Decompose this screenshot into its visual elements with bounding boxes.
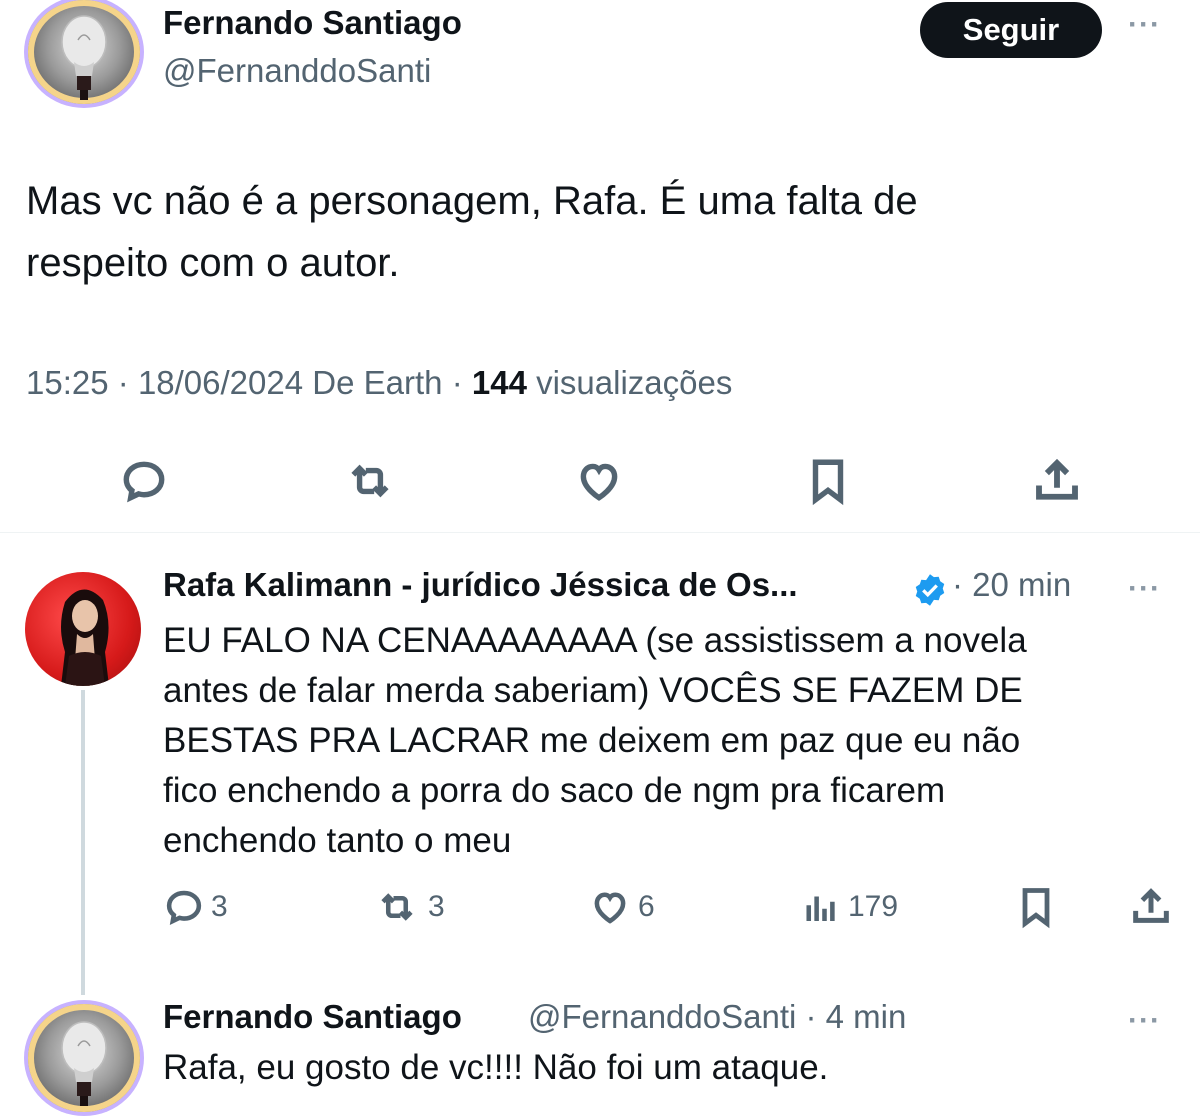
views-icon (806, 896, 835, 921)
reply-retweet-button[interactable]: 3 (372, 886, 445, 928)
bookmark-icon (1022, 888, 1050, 929)
tweet-time[interactable]: 15:25 (26, 364, 109, 401)
follow-button[interactable]: Seguir (920, 2, 1102, 58)
reply-bookmark-button[interactable] (1014, 884, 1058, 930)
reply-author-name[interactable]: Rafa Kalimann - jurídico Jéssica de Os..… (163, 566, 798, 604)
views-label: visualizações (536, 364, 733, 401)
retweet-count: 3 (428, 890, 445, 923)
views-count: 144 (471, 364, 527, 401)
reply2-author-handle[interactable]: @FernanddoSanti · 4 min (528, 998, 906, 1036)
retweet-icon (381, 893, 413, 921)
separator: · (451, 364, 463, 401)
reply-more-options-button[interactable]: ··· (1128, 572, 1161, 606)
reply2-text: Rafa, eu gosto de vc!!!! Não foi um ataq… (163, 1048, 829, 1087)
reply2-author-avatar[interactable] (28, 1004, 140, 1112)
tweet-date[interactable]: 18/06/2024 (138, 364, 303, 401)
reply-text-line: enchendo tanto o meu (163, 821, 512, 860)
reply-icon (123, 461, 165, 503)
reply-text-line: BESTAS PRA LACRAR me deixem em paz que e… (163, 721, 1021, 760)
bookmark-icon (812, 459, 844, 506)
like-icon (594, 892, 626, 924)
like-button[interactable] (572, 456, 626, 506)
tweet-text: Mas vc não é a personagem, Rafa. É uma f… (26, 170, 1126, 294)
reply-views-button[interactable]: 179 (800, 886, 898, 928)
divider (0, 532, 1200, 533)
lightbulb-icon (61, 15, 107, 100)
reply-share-button[interactable] (1128, 884, 1174, 930)
share-button[interactable] (1030, 454, 1084, 508)
retweet-button[interactable] (340, 456, 400, 506)
more-options-button[interactable]: ··· (1128, 8, 1161, 42)
tweet-text-line: Mas vc não é a personagem, Rafa. É uma f… (26, 179, 918, 223)
reply-icon (166, 890, 202, 925)
reply-reply-button[interactable]: 3 (163, 886, 228, 928)
views-count: 179 (848, 890, 899, 923)
reply-text-line: EU FALO NA CENAAAAAAAA (se assistissem a… (163, 621, 1027, 660)
like-icon (580, 463, 618, 501)
separator: · (117, 364, 129, 401)
reply-text-line: antes de falar merda saberiam) VOCÊS SE … (163, 671, 1023, 710)
like-count: 6 (638, 890, 655, 923)
profile-photo-icon (61, 589, 109, 686)
tweet-source: De Earth (312, 364, 443, 401)
reply-text: EU FALO NA CENAAAAAAAA (se assistissem a… (163, 616, 1143, 866)
reply2-author-name[interactable]: Fernando Santiago (163, 998, 462, 1036)
reply-button[interactable] (118, 456, 170, 506)
lightbulb-icon (61, 1021, 107, 1106)
reply-author-avatar[interactable] (25, 572, 141, 686)
tweet-text-line: respeito com o autor. (26, 241, 400, 285)
reply-like-button[interactable]: 6 (588, 886, 655, 928)
retweet-icon (351, 464, 389, 498)
thread-connector-line (81, 690, 85, 995)
verified-badge-icon (915, 574, 945, 606)
reply2-more-options-button[interactable]: ··· (1128, 1004, 1161, 1038)
reply-text-line: fico enchendo a porra do saco de ngm pra… (163, 771, 946, 810)
reply-time[interactable]: · 20 min (952, 566, 1071, 604)
author-name[interactable]: Fernando Santiago (163, 4, 462, 42)
tweet-meta: 15:25 · 18/06/2024 De Earth · 144 visual… (26, 364, 732, 402)
author-avatar[interactable] (28, 0, 140, 104)
reply-count: 3 (211, 890, 228, 923)
bookmark-button[interactable] (803, 454, 853, 508)
share-icon (1133, 888, 1169, 923)
share-icon (1036, 458, 1078, 500)
author-handle[interactable]: @FernanddoSanti (163, 52, 431, 90)
